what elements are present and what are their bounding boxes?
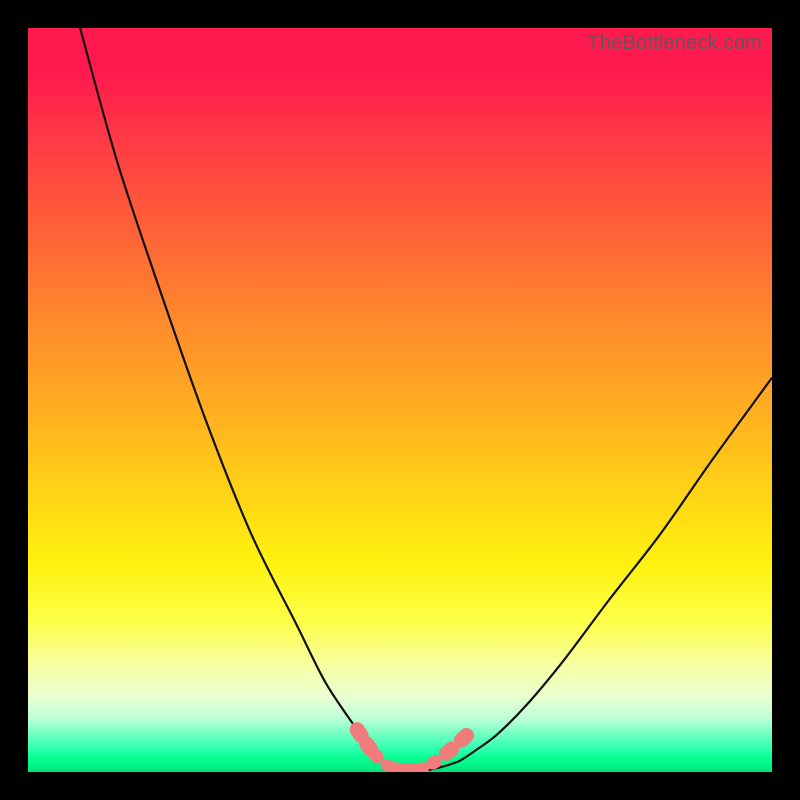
- plot-area: TheBottleneck.com: [28, 28, 772, 772]
- right-curve: [422, 378, 772, 771]
- bottleneck-markers: [347, 719, 477, 772]
- curves-svg: [28, 28, 772, 772]
- left-curve: [80, 28, 411, 771]
- watermark-text: TheBottleneck.com: [587, 32, 762, 55]
- chart-frame: TheBottleneck.com: [0, 0, 800, 800]
